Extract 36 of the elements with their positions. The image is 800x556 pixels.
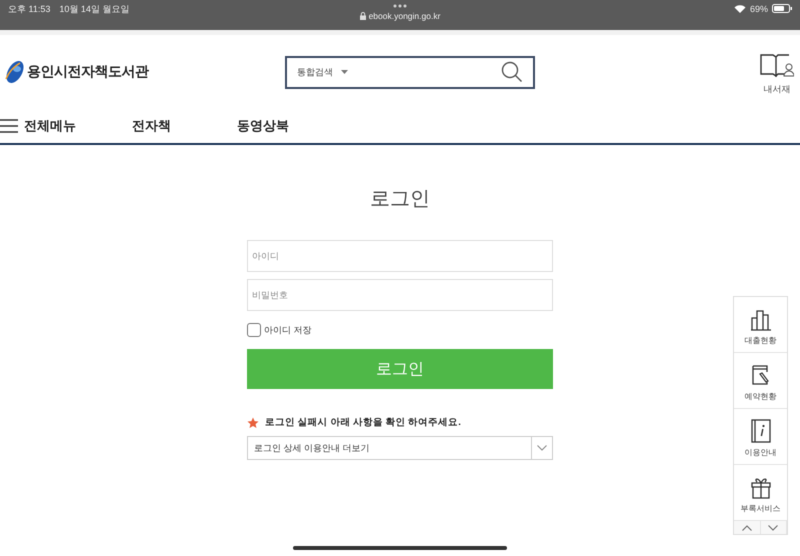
login-notice-text: 로그인 실패시 아래 사항을 확인 하여주세요.	[265, 416, 461, 429]
books-icon	[750, 309, 772, 331]
url-text[interactable]: ebook.yongin.go.kr	[368, 11, 440, 21]
id-input-field[interactable]: 아이디	[247, 240, 553, 272]
more-icon[interactable]	[393, 4, 407, 8]
caret-icon	[341, 70, 348, 74]
nav-link[interactable]: 전자책	[132, 117, 171, 135]
status-time: 오후 11:53	[8, 3, 50, 16]
search-scope-dropdown[interactable]: 통합검색	[297, 66, 348, 78]
scroll-down-button[interactable]	[760, 521, 787, 534]
lock-icon	[360, 12, 366, 20]
search-icon[interactable]	[501, 61, 523, 83]
password-input-field[interactable]: 비밀번호	[247, 279, 553, 311]
my-library-label[interactable]: 내서재	[764, 82, 790, 96]
library-logo-text[interactable]: 용인시전자책도서관	[27, 63, 148, 81]
save-id-label[interactable]: 아이디 저장	[264, 324, 312, 336]
chevron-down-icon	[768, 524, 778, 530]
save-id-checkbox[interactable]	[247, 323, 261, 337]
search-field[interactable]: 통합검색	[285, 56, 535, 88]
login-title: 로그인	[370, 187, 430, 212]
battery-percent: 69%	[750, 4, 768, 14]
star-icon	[247, 416, 259, 428]
chevron-down-icon	[537, 445, 547, 451]
wifi-icon	[734, 4, 746, 13]
logo-emblem-icon	[4, 59, 26, 85]
login-help-dropdown[interactable]: 로그인 상세 이용안내 더보기	[247, 436, 553, 460]
info-book-icon	[750, 419, 770, 443]
status-date: 10월 14일 월요일	[59, 3, 130, 16]
scroll-up-button[interactable]	[734, 521, 760, 534]
menu-icon	[0, 119, 18, 133]
nav-link[interactable]: 동영상북	[237, 117, 289, 135]
book-person-icon[interactable]	[760, 52, 794, 76]
notebook-pencil-icon	[750, 363, 772, 387]
battery-icon	[772, 4, 792, 13]
all-menu-button[interactable]: 전체메뉴	[0, 117, 76, 135]
chevron-up-icon	[742, 524, 752, 530]
